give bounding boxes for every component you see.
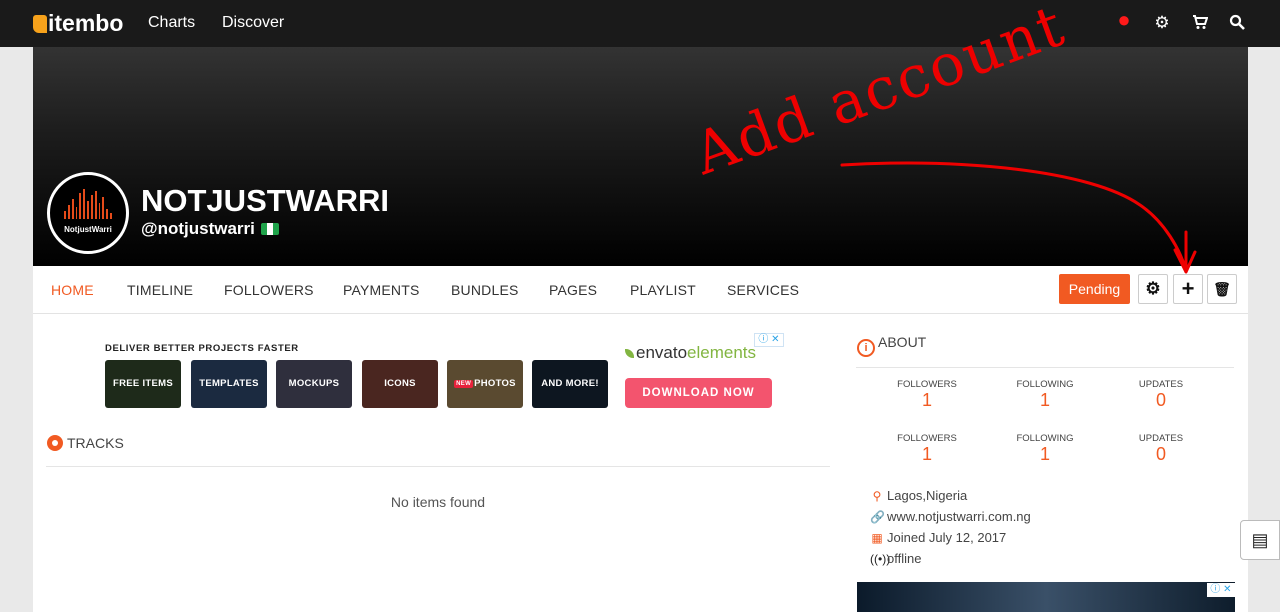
- delete-button[interactable]: 🗑: [1207, 274, 1237, 304]
- website[interactable]: 🔗 www.notjustwarri.com.ng: [870, 509, 1031, 524]
- ad-tile-photos[interactable]: NEW PHOTOS: [447, 360, 523, 408]
- stat-followers[interactable]: FOLLOWERS 1: [877, 379, 977, 411]
- avatar-label: NotjustWarri: [64, 225, 112, 234]
- trash-icon: 🗑: [1213, 281, 1231, 297]
- pending-button[interactable]: Pending: [1059, 274, 1130, 304]
- site-logo[interactable]: itembo: [33, 10, 123, 37]
- settings-button[interactable]: ⚙: [1138, 274, 1168, 304]
- stat-label: FOLLOWERS: [897, 379, 957, 390]
- adchoices-icon[interactable]: ⓘ ✕: [754, 333, 784, 347]
- tab-followers[interactable]: FOLLOWERS: [224, 282, 314, 298]
- ad-tile-and-more[interactable]: AND MORE!: [532, 360, 608, 408]
- stat-value: 1: [921, 444, 932, 464]
- tracks-title: TRACKS: [67, 435, 124, 451]
- stat-value: 1: [1039, 444, 1050, 464]
- stat-followers[interactable]: FOLLOWERS 1: [877, 433, 977, 465]
- tracks-heading: TRACKS: [47, 435, 124, 451]
- map-pin-icon: ⚲: [872, 489, 882, 503]
- tab-services[interactable]: SERVICES: [727, 282, 799, 298]
- stat-value: 0: [1155, 444, 1166, 464]
- divider: [856, 367, 1234, 368]
- stat-following[interactable]: FOLLOWING 1: [995, 433, 1095, 465]
- new-badge: NEW: [454, 380, 474, 388]
- tab-timeline[interactable]: TIMELINE: [127, 282, 193, 298]
- adchoices-icon[interactable]: ⓘ ✕: [1207, 583, 1235, 597]
- online-status: ((•))offline: [870, 551, 921, 566]
- profile-name: NOTJUSTWARRI: [141, 183, 389, 218]
- tab-pages[interactable]: PAGES: [549, 282, 597, 298]
- sidebar-ad[interactable]: [857, 582, 1235, 612]
- cart-icon[interactable]: [1190, 14, 1210, 34]
- comment-icon: ▤: [1251, 530, 1269, 550]
- disc-icon: [47, 435, 63, 451]
- ad-tile-templates[interactable]: TEMPLATES: [191, 360, 267, 408]
- tab-bundles[interactable]: BUNDLES: [451, 282, 519, 298]
- avatar-logo-bars: [64, 189, 112, 219]
- tab-home[interactable]: HOME: [51, 282, 94, 298]
- tab-playlist[interactable]: PLAYLIST: [630, 282, 696, 298]
- nav-link-charts[interactable]: Charts: [148, 14, 195, 32]
- stat-value: 0: [1155, 390, 1166, 410]
- profile-handle: @notjustwarri: [141, 219, 279, 239]
- stat-label: FOLLOWING: [1016, 379, 1074, 390]
- broadcast-icon: ((•)): [870, 552, 891, 566]
- envato-brand: envato: [636, 343, 688, 362]
- ad-banner[interactable]: DELIVER BETTER PROJECTS FASTER FREE ITEM…: [105, 333, 785, 413]
- profile-page: NotjustWarri NOTJUSTWARRI @notjustwarri …: [33, 47, 1248, 612]
- gear-icon[interactable]: ⚙: [1152, 14, 1172, 32]
- joined-text: Joined July 12, 2017: [887, 530, 1007, 545]
- stat-label: FOLLOWERS: [897, 433, 957, 444]
- elements-brand: elements: [687, 343, 757, 362]
- stat-label: UPDATES: [1138, 433, 1184, 444]
- empty-state: No items found: [390, 494, 486, 510]
- stat-updates[interactable]: UPDATES 0: [1111, 379, 1211, 411]
- calendar-icon: ▦: [871, 531, 883, 545]
- profile-tabs: HOME TIMELINE FOLLOWERS PAYMENTS BUNDLES…: [33, 266, 1248, 314]
- nav-link-discover[interactable]: Discover: [222, 14, 284, 32]
- location-text: Lagos,Nigeria: [887, 488, 968, 503]
- photos-label: PHOTOS: [474, 378, 516, 389]
- joined-date: ▦ Joined July 12, 2017: [870, 530, 1006, 545]
- envato-logo: envatoelements: [625, 343, 756, 363]
- top-navbar: itembo Charts Discover ● ⚙: [0, 0, 1280, 47]
- divider: [46, 466, 830, 467]
- notification-icon[interactable]: ●: [1114, 9, 1134, 31]
- handle-text: @notjustwarri: [141, 219, 255, 238]
- search-icon[interactable]: [1227, 14, 1247, 34]
- add-account-button[interactable]: +: [1173, 274, 1203, 304]
- ad-tile-mockups[interactable]: MOCKUPS: [276, 360, 352, 408]
- logo-icon: [33, 15, 47, 33]
- stat-label: FOLLOWING: [1016, 433, 1074, 444]
- about-heading: i ABOUT: [857, 334, 926, 357]
- nigeria-flag-icon: [260, 223, 279, 235]
- ad-headline: DELIVER BETTER PROJECTS FASTER: [105, 343, 299, 354]
- stat-value: 1: [921, 390, 932, 410]
- envato-leaf-icon: [625, 349, 634, 358]
- location: ⚲ Lagos,Nigeria: [870, 488, 968, 503]
- link-icon: 🔗: [870, 510, 885, 524]
- ad-tile-icons[interactable]: ICONS: [362, 360, 438, 408]
- stat-label: UPDATES: [1138, 379, 1184, 390]
- logo-text: itembo: [48, 10, 124, 36]
- info-icon: i: [857, 339, 875, 357]
- ad-tile-free-items[interactable]: FREE ITEMS: [105, 360, 181, 408]
- download-now-button[interactable]: DOWNLOAD NOW: [625, 378, 772, 408]
- plus-icon: +: [1181, 276, 1195, 301]
- avatar[interactable]: NotjustWarri: [47, 172, 129, 254]
- gear-icon: ⚙: [1145, 279, 1161, 298]
- stat-value: 1: [1039, 390, 1050, 410]
- about-title: ABOUT: [878, 334, 927, 350]
- stat-following[interactable]: FOLLOWING 1: [995, 379, 1095, 411]
- website-link[interactable]: www.notjustwarri.com.ng: [887, 509, 1031, 524]
- status-text: offline: [887, 551, 922, 566]
- feedback-button[interactable]: ▤: [1240, 520, 1280, 560]
- tab-payments[interactable]: PAYMENTS: [343, 282, 420, 298]
- stat-updates[interactable]: UPDATES 0: [1111, 433, 1211, 465]
